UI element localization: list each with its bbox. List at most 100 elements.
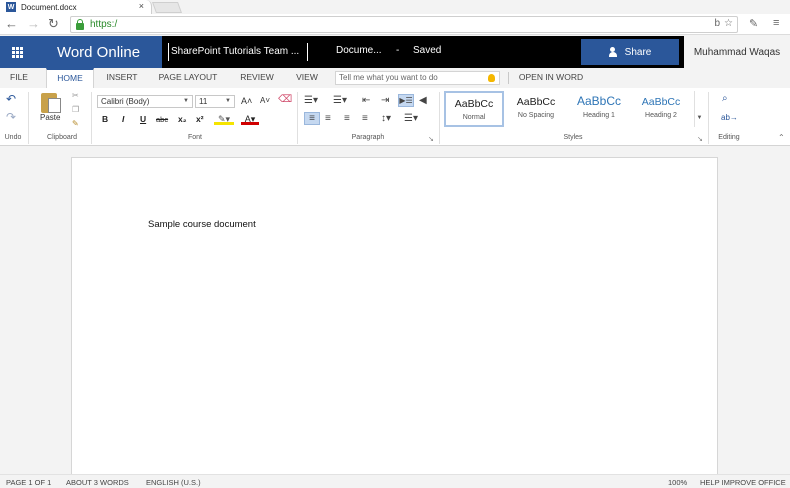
font-color-button[interactable]: A▾ — [241, 113, 259, 125]
clear-formatting-icon[interactable]: ⌫ — [278, 94, 292, 106]
bookmark-star-icon[interactable]: ☆ — [724, 18, 733, 29]
group-divider — [28, 92, 29, 144]
tab-title: Document.docx — [21, 2, 77, 12]
highlight-marker-icon[interactable]: ✎▾ — [214, 113, 234, 125]
browser-tab-strip: W Document.docx × — [0, 0, 790, 14]
superscript-button[interactable]: x² — [196, 114, 204, 124]
justify-icon[interactable]: ≡ — [362, 114, 368, 124]
tab-insert[interactable]: INSERT — [100, 68, 144, 88]
app-launcher-button[interactable] — [0, 36, 35, 68]
subscript-button[interactable]: x₂ — [178, 114, 187, 124]
tab-review[interactable]: REVIEW — [233, 68, 281, 88]
cut-scissors-icon[interactable]: ✂ — [72, 90, 79, 102]
underline-button[interactable]: U — [140, 114, 146, 124]
tell-me-placeholder: Tell me what you want to do — [339, 73, 438, 82]
decrease-indent-icon[interactable]: ⇤ — [362, 96, 370, 106]
ltr-direction-icon[interactable]: ▶☰ — [398, 94, 414, 107]
rtl-direction-icon[interactable]: ◀ — [419, 96, 427, 106]
group-divider — [439, 92, 440, 144]
document-name[interactable]: Docume... — [336, 45, 382, 56]
styles-gallery-more[interactable]: ▼ — [694, 91, 704, 127]
replace-icon[interactable]: ab→ — [721, 112, 738, 124]
status-bar: PAGE 1 OF 1 ABOUT 3 WORDS ENGLISH (U.S.)… — [0, 474, 790, 488]
group-label-undo: Undo — [4, 134, 22, 141]
find-search-icon[interactable]: ⌕ — [722, 93, 728, 105]
user-name: Muhammad Waqas — [693, 46, 781, 58]
paste-button-label[interactable]: Paste — [40, 113, 60, 122]
tab-divider — [508, 72, 509, 84]
share-button[interactable]: Share — [581, 39, 679, 65]
group-divider — [297, 92, 298, 144]
group-divider — [91, 92, 92, 144]
grow-font-button[interactable]: A˄ — [241, 95, 252, 107]
font-family-dropdown[interactable]: Calibri (Body) ▼ — [97, 95, 193, 108]
browser-tab[interactable]: W Document.docx × — [0, 0, 152, 14]
paragraph-dialog-launcher-icon[interactable]: ↘ — [428, 134, 434, 146]
share-label: Share — [624, 46, 652, 58]
open-in-word-button[interactable]: OPEN IN WORD — [514, 68, 588, 88]
strikethrough-button[interactable]: abc — [156, 115, 168, 124]
bullets-icon[interactable]: ☰▾ — [304, 96, 318, 106]
group-label-clipboard: Clipboard — [47, 134, 77, 141]
user-account-button[interactable]: Muhammad Waqas — [684, 36, 790, 68]
paragraph-spacing-icon[interactable]: ☰▾ — [404, 114, 418, 124]
line-spacing-icon[interactable]: ↕▾ — [381, 114, 391, 124]
style-sample: AaBbCc — [516, 96, 556, 108]
style-name: Heading 1 — [583, 112, 615, 119]
style-sample: AaBbCc — [576, 94, 622, 108]
reload-icon[interactable]: ↻ — [48, 16, 59, 32]
italic-button[interactable]: I — [122, 114, 124, 124]
numbering-icon[interactable]: ☰▾ — [333, 96, 347, 106]
tab-close-icon[interactable]: × — [139, 1, 144, 11]
extension-b-icon[interactable]: b — [714, 18, 720, 29]
zoom-level[interactable]: 100% — [668, 478, 687, 487]
url-text: https:/ — [90, 19, 118, 30]
document-body-text[interactable]: Sample course document — [148, 219, 256, 230]
shrink-font-button[interactable]: A˅ — [260, 95, 270, 107]
chevron-down-icon: ▼ — [696, 115, 703, 121]
align-center-icon[interactable]: ≡ — [325, 114, 331, 124]
group-label-editing: Editing — [718, 134, 740, 141]
redo-icon[interactable]: ↷ — [6, 111, 16, 123]
language-indicator[interactable]: ENGLISH (U.S.) — [146, 478, 201, 487]
group-label-styles: Styles — [563, 134, 583, 141]
font-size-dropdown[interactable]: 11 ▼ — [195, 95, 235, 108]
style-normal[interactable]: AaBbCc Normal — [444, 91, 504, 127]
document-canvas: Sample course document — [0, 146, 790, 477]
app-header: Word Online SharePoint Tutorials Team ..… — [0, 36, 790, 68]
style-heading-1[interactable]: AaBbCc Heading 1 — [568, 91, 630, 127]
ribbon: ↶ ↷ Undo Paste ✂ ❐ ✎ Clipboard Calibri (… — [0, 88, 790, 146]
style-name: Normal — [462, 114, 486, 121]
back-arrow-icon[interactable]: ← — [5, 16, 18, 32]
tab-home[interactable]: HOME — [46, 68, 94, 88]
align-left-icon[interactable]: ≡ — [304, 112, 320, 125]
paste-clipboard-icon[interactable] — [41, 91, 63, 113]
new-tab-button[interactable] — [151, 2, 183, 13]
browser-menu-icon[interactable]: ≡ — [773, 17, 779, 29]
extension-icon[interactable]: ✎ — [749, 17, 758, 30]
tab-page-layout[interactable]: PAGE LAYOUT — [152, 68, 224, 88]
style-no-spacing[interactable]: AaBbCc No Spacing — [506, 91, 566, 127]
tell-me-input[interactable]: Tell me what you want to do — [335, 71, 500, 85]
increase-indent-icon[interactable]: ⇥ — [381, 96, 389, 106]
group-label-paragraph: Paragraph — [351, 134, 385, 141]
app-name[interactable]: Word Online — [35, 36, 162, 68]
lock-icon — [76, 18, 84, 30]
group-label-font: Font — [187, 134, 202, 141]
url-input[interactable]: https:/ b ☆ — [70, 16, 738, 33]
style-heading-2[interactable]: AaBbCc Heading 2 — [632, 91, 690, 127]
collapse-ribbon-chevron-up-icon[interactable]: ⌃ — [778, 132, 785, 144]
help-improve-office-link[interactable]: HELP IMPROVE OFFICE — [700, 478, 786, 487]
copy-icon[interactable]: ❐ — [72, 104, 79, 116]
document-page[interactable]: Sample course document — [71, 157, 718, 477]
word-count[interactable]: ABOUT 3 WORDS — [66, 478, 129, 487]
forward-arrow-icon[interactable]: → — [27, 16, 40, 32]
undo-icon[interactable]: ↶ — [6, 93, 16, 105]
bold-button[interactable]: B — [102, 114, 108, 124]
format-painter-icon[interactable]: ✎ — [72, 118, 79, 130]
align-right-icon[interactable]: ≡ — [344, 114, 350, 124]
site-breadcrumb[interactable]: SharePoint Tutorials Team ... — [168, 43, 308, 61]
tab-view[interactable]: VIEW — [290, 68, 324, 88]
tab-file[interactable]: FILE — [2, 68, 36, 88]
styles-dialog-launcher-icon[interactable]: ↘ — [697, 134, 703, 146]
